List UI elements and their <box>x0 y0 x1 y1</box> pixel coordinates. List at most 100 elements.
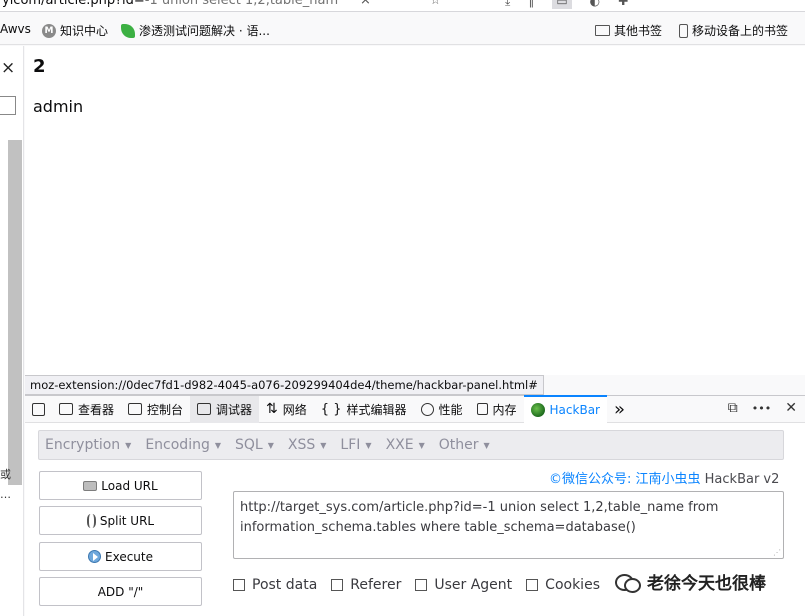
menu-lfi[interactable]: LFI ▼ <box>333 437 378 453</box>
menu-other[interactable]: Other ▼ <box>432 437 497 453</box>
caret-down-icon: ▼ <box>320 440 327 450</box>
checkbox-box[interactable] <box>233 579 245 591</box>
credit-text: ©微信公众号: 江南小虫虫 <box>549 472 701 487</box>
url-rest-part: -1 union select 1,2,table_nam <box>144 0 339 8</box>
sidebar-text: 或 <box>0 468 11 481</box>
resize-grip-icon[interactable]: ⋰ <box>773 548 781 557</box>
chevron-double-right-icon: » <box>613 398 625 420</box>
menu-label: Other <box>438 437 479 453</box>
bookmark-star-icon[interactable]: ☆ <box>430 0 441 7</box>
checkbox-label: Cookies <box>545 577 600 593</box>
close-icon[interactable]: × <box>1 58 15 78</box>
m-circle-icon: M <box>42 23 56 38</box>
watermark: 老徐今天也很棒 <box>615 569 766 594</box>
tab-label: 调试器 <box>216 402 253 417</box>
url-textarea[interactable]: http://target_sys.com/article.php?id=-1 … <box>233 491 784 559</box>
tab-network[interactable]: ⇅ 网络 <box>259 396 314 423</box>
hackbar-options: Post data Referer User Agent Cookies <box>233 577 600 593</box>
load-url-button[interactable]: Load URL <box>39 471 202 500</box>
tab-label: HackBar <box>549 403 600 417</box>
sync-icon[interactable]: ◐ <box>590 0 600 9</box>
post-data-checkbox[interactable]: Post data <box>233 577 317 593</box>
menu-encoding[interactable]: Encoding ▼ <box>138 437 228 453</box>
execute-button[interactable]: Execute <box>39 542 202 571</box>
bookmark-awvs[interactable]: Awvs <box>0 22 31 36</box>
picker-icon <box>32 402 45 416</box>
menu-sql[interactable]: SQL ▼ <box>228 437 281 453</box>
tab-label: 内存 <box>492 402 517 417</box>
folder-icon <box>595 25 610 36</box>
caret-down-icon: ▼ <box>418 440 425 450</box>
bookmark-mobile[interactable]: 移动设备上的书签 <box>679 22 788 39</box>
checkbox-label: User Agent <box>434 577 513 593</box>
caret-down-icon: ▼ <box>214 440 222 450</box>
toolbar-icons: ⤓ ∥ ▭ ◐ ✚ <box>505 0 628 9</box>
tab-inspector[interactable]: 查看器 <box>52 396 121 423</box>
memory-icon <box>476 403 488 415</box>
tab-style-editor[interactable]: { } 样式编辑器 <box>314 396 414 423</box>
button-label: ADD "/" <box>97 584 144 599</box>
hackbar-menu: Encryption ▼ Encoding ▼ SQL ▼ XSS ▼ LFI ▼ XXE… <box>38 430 784 460</box>
url-text[interactable]: ylcom/article.php?id=-1 union select 1,2… <box>2 0 338 8</box>
checkbox-box[interactable] <box>526 579 539 591</box>
tab-debugger[interactable]: 调试器 <box>190 395 260 423</box>
add-slash-button[interactable]: ADD "/" <box>39 577 202 606</box>
menu-xxe[interactable]: XXE ▼ <box>379 437 432 453</box>
style-editor-icon: { } <box>320 401 342 417</box>
checkbox-label: Post data <box>252 577 318 593</box>
console-icon <box>128 403 143 415</box>
caret-down-icon: ▼ <box>365 440 372 450</box>
menu-xss[interactable]: XSS ▼ <box>281 437 334 453</box>
tabs-overflow-button[interactable]: » <box>607 396 632 423</box>
result-name: admin <box>33 97 84 116</box>
scrollbar-thumb[interactable] <box>8 140 22 485</box>
bookmark-pentest[interactable]: 渗透测试问题解决 · 语... <box>121 22 270 39</box>
tab-label: 性能 <box>438 402 463 417</box>
tab-console[interactable]: 控制台 <box>121 396 190 423</box>
hackbar-icon <box>530 403 545 417</box>
tab-label: 网络 <box>282 402 307 417</box>
referer-checkbox[interactable]: Referer <box>331 577 401 593</box>
debugger-icon <box>197 403 212 415</box>
bookmark-label: Awvs <box>0 22 31 36</box>
menu-label: LFI <box>340 437 361 453</box>
library-icon[interactable]: ∥ <box>528 0 534 9</box>
cookies-checkbox[interactable]: Cookies <box>526 577 600 593</box>
bookmark-label: 渗透测试问题解决 · 语... <box>139 24 270 38</box>
tab-performance[interactable]: 性能 <box>414 396 470 423</box>
menu-encryption[interactable]: Encryption ▼ <box>39 437 138 453</box>
page-content: 2 admin <box>25 46 805 375</box>
bookmark-other[interactable]: 其他书签 <box>595 22 662 39</box>
more-icon[interactable]: ••• <box>752 400 771 418</box>
hackbar-credit[interactable]: ©微信公众号: 江南小虫虫 HackBar v2 <box>549 468 779 487</box>
caret-down-icon: ▼ <box>125 440 132 450</box>
sidebar-checkbox[interactable] <box>0 96 16 115</box>
devtools-right-controls: ⧉ ••• ✕ <box>728 400 797 418</box>
load-url-icon <box>83 480 98 491</box>
tab-label: 查看器 <box>78 402 115 417</box>
element-picker-button[interactable] <box>25 396 52 423</box>
execute-play-icon <box>88 550 101 563</box>
dock-icon[interactable]: ⧉ <box>728 400 738 418</box>
tab-memory[interactable]: 内存 <box>470 396 524 423</box>
button-label: Execute <box>105 549 153 564</box>
bookmark-knowledge-center[interactable]: M 知识中心 <box>42 22 108 39</box>
extension-icon[interactable]: ✚ <box>618 0 628 9</box>
url-clear-icon[interactable]: × <box>360 0 371 8</box>
credit-version: HackBar v2 <box>704 472 780 487</box>
checkbox-box[interactable] <box>415 579 428 591</box>
wechat-logo-icon <box>615 571 641 593</box>
bookmark-label: 其他书签 <box>614 24 663 38</box>
bookmark-label: 移动设备上的书签 <box>692 24 789 38</box>
url-visible-part: ylcom/article.php?id= <box>2 0 145 8</box>
devtools-toolbar: 查看器 控制台 调试器 ⇅ 网络 { } 样式编辑器 性能 内存 HackBar… <box>25 395 805 423</box>
sidebar-icon[interactable]: ▭ <box>552 0 572 9</box>
tab-hackbar[interactable]: HackBar <box>523 395 607 423</box>
download-icon[interactable]: ⤓ <box>505 0 510 9</box>
user-agent-checkbox[interactable]: User Agent <box>415 577 512 593</box>
address-bar-strip: ylcom/article.php?id=-1 union select 1,2… <box>0 0 805 12</box>
phone-icon <box>679 23 688 38</box>
split-url-button[interactable]: Split URL <box>39 506 202 535</box>
close-icon[interactable]: ✕ <box>785 400 797 418</box>
checkbox-box[interactable] <box>331 579 344 591</box>
